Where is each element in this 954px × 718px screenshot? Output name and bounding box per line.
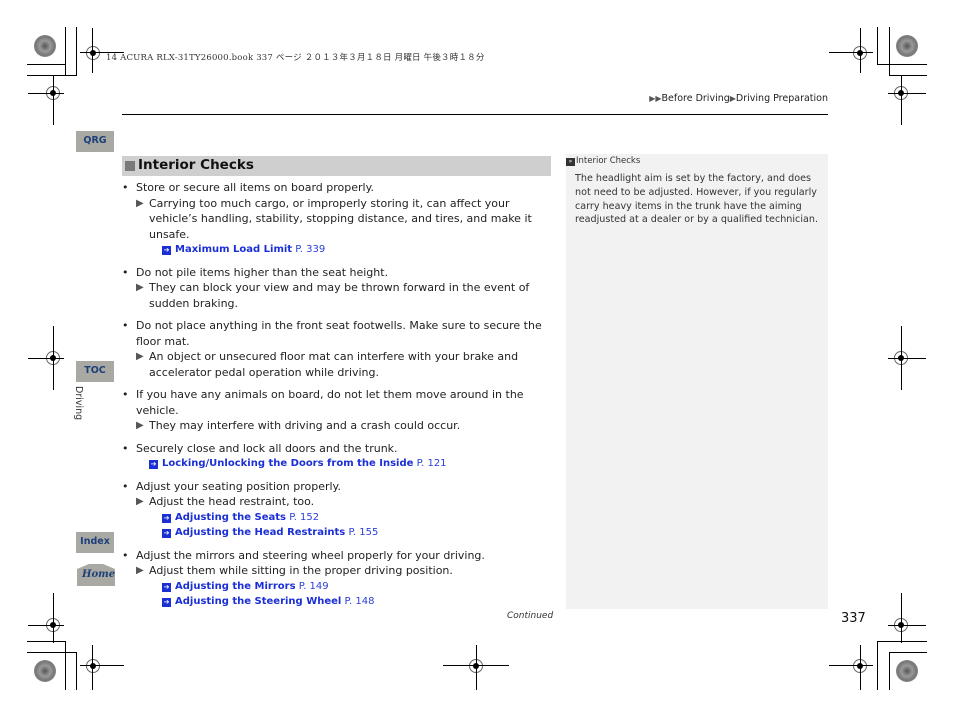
note-body: The headlight aim is set by the factory,… [575,173,818,226]
bullet-icon: • [122,479,129,493]
color-registration-disk-icon [34,35,56,57]
sub-note: ▶ They can block your view and may be thr… [136,280,552,311]
item-text: Adjust the mirrors and steering wheel pr… [136,548,485,562]
printer-header: 14 ACURA RLX-31TY26000.book 337 ページ ２０１３… [106,53,485,63]
bullet-icon: • [122,265,129,279]
item-text: If you have any animals on board, do not… [136,388,524,417]
sub-note-text: An object or unsecured floor mat can int… [149,350,519,379]
breadcrumb: ▶▶Before Driving▶Driving Preparation [649,93,828,104]
sub-note: ▶ Adjust the head restraint, too. [136,494,552,510]
bullet-icon: • [122,388,129,401]
cross-reference-link[interactable]: ➔ Maximum Load Limit P. 339 [136,242,552,258]
item-text: Store or secure all items on board prope… [136,181,375,194]
cross-reference-link[interactable]: ➔ Adjusting the Steering Wheel P. 148 [136,594,552,610]
index-tab[interactable]: Index [76,532,114,553]
color-registration-disk-icon [896,35,918,57]
link-arrow-icon: ➔ [162,246,171,255]
cross-reference-link[interactable]: ➔ Adjusting the Head Restraints P. 155 [136,525,552,541]
link-label[interactable]: Maximum Load Limit [175,244,292,255]
sub-note-text: They may interfere with driving and a cr… [149,419,461,432]
toc-tab[interactable]: TOC [76,361,114,382]
registration-mark-icon [86,659,100,673]
link-label[interactable]: Adjusting the Head Restraints [175,527,345,538]
bullet-icon: • [122,548,129,562]
triangle-right-icon: ▶ [136,282,144,293]
link-arrow-icon: ➔ [162,582,171,592]
main-content: • Store or secure all items on board prop… [122,180,552,617]
triangle-right-icon: ▶▶ [649,94,662,103]
link-arrow-icon: ➔ [162,513,171,523]
cross-reference-link[interactable]: ➔ Adjusting the Mirrors P. 149 [136,579,552,595]
link-label[interactable]: Locking/Unlocking the Doors from the Ins… [162,458,413,469]
list-item: • Adjust your seating position properly. ▶… [122,479,552,541]
triangle-right-icon: ▶ [136,351,144,362]
list-item: • Adjust the mirrors and steering wheel p… [122,548,552,610]
sub-note-text: They can block your view and may be thro… [149,281,530,310]
triangle-right-icon: ▶ [136,496,144,507]
sub-note-text: Adjust the head restraint, too. [149,495,315,508]
home-label: Home [82,569,116,580]
triangle-right-icon: ▶ [136,420,144,431]
list-item: • If you have any animals on board, do no… [122,387,552,434]
section-title: Interior Checks [138,157,254,173]
note-heading: » Interior Checks [566,156,640,166]
link-page[interactable]: P. 339 [295,244,325,255]
sub-note: ▶ Adjust them while sitting in the proper… [136,563,552,579]
cross-reference-link[interactable]: ➔ Adjusting the Seats P. 152 [136,510,552,526]
link-label[interactable]: Adjusting the Seats [175,512,286,523]
registration-mark-icon [86,46,100,60]
link-page[interactable]: P. 148 [345,596,375,607]
qrg-tab[interactable]: QRG [76,131,114,152]
header-rule [122,114,828,115]
bullet-icon: • [122,441,129,455]
link-page[interactable]: P. 152 [289,512,319,523]
sub-note-text: Carrying too much cargo, or improperly s… [149,196,532,241]
color-registration-disk-icon [896,660,918,682]
cross-reference-link[interactable]: ➔ Locking/Unlocking the Doors from the In… [136,456,552,472]
list-item: • Do not pile items higher than the seat … [122,265,552,312]
note-heading-text[interactable]: Interior Checks [576,156,640,166]
sidebar-note: » Interior Checks The headlight aim is se… [566,154,828,609]
sub-note: ▶ Carrying too much cargo, or improperly … [136,196,552,243]
sub-note: ▶ They may interfere with driving and a c… [136,418,552,434]
bullet-icon: • [122,319,129,332]
list-item: • Store or secure all items on board prop… [122,180,552,258]
sub-note-text: Adjust them while sitting in the proper … [149,564,453,577]
link-page[interactable]: P. 121 [417,458,447,469]
list-item: • Do not place anything in the front seat… [122,318,552,380]
item-text: Do not pile items higher than the seat h… [136,265,389,279]
item-text: Securely close and lock all doors and th… [136,441,398,455]
sub-note: ▶ An object or unsecured floor mat can in… [136,349,552,380]
link-arrow-icon: ➔ [162,598,171,607]
section-square-icon [125,161,135,171]
link-label[interactable]: Adjusting the Mirrors [175,581,296,592]
link-label[interactable]: Adjusting the Steering Wheel [175,596,341,607]
list-item: • Securely close and lock all doors and t… [122,441,552,472]
color-registration-disk-icon [34,660,56,682]
link-arrow-icon: ➔ [162,529,171,538]
item-text: Do not place anything in the front seat … [136,319,542,348]
link-arrow-icon: ➔ [149,460,158,469]
bullet-icon: • [122,181,129,194]
page-number: 337 [841,611,866,626]
home-tab[interactable]: Home [77,564,115,586]
breadcrumb-item[interactable]: Before Driving [662,93,730,104]
triangle-right-icon: ▶ [136,565,144,576]
link-page[interactable]: P. 149 [299,581,329,592]
triangle-right-icon: ▶ [136,197,144,209]
item-text: Adjust your seating position properly. [136,479,341,493]
chapter-label: Driving [73,386,84,421]
continued-label: Continued [507,611,554,621]
double-arrow-icon: » [566,158,575,166]
section-heading: Interior Checks [122,156,551,176]
link-page[interactable]: P. 155 [348,527,378,538]
breadcrumb-item[interactable]: Driving Preparation [736,93,828,104]
